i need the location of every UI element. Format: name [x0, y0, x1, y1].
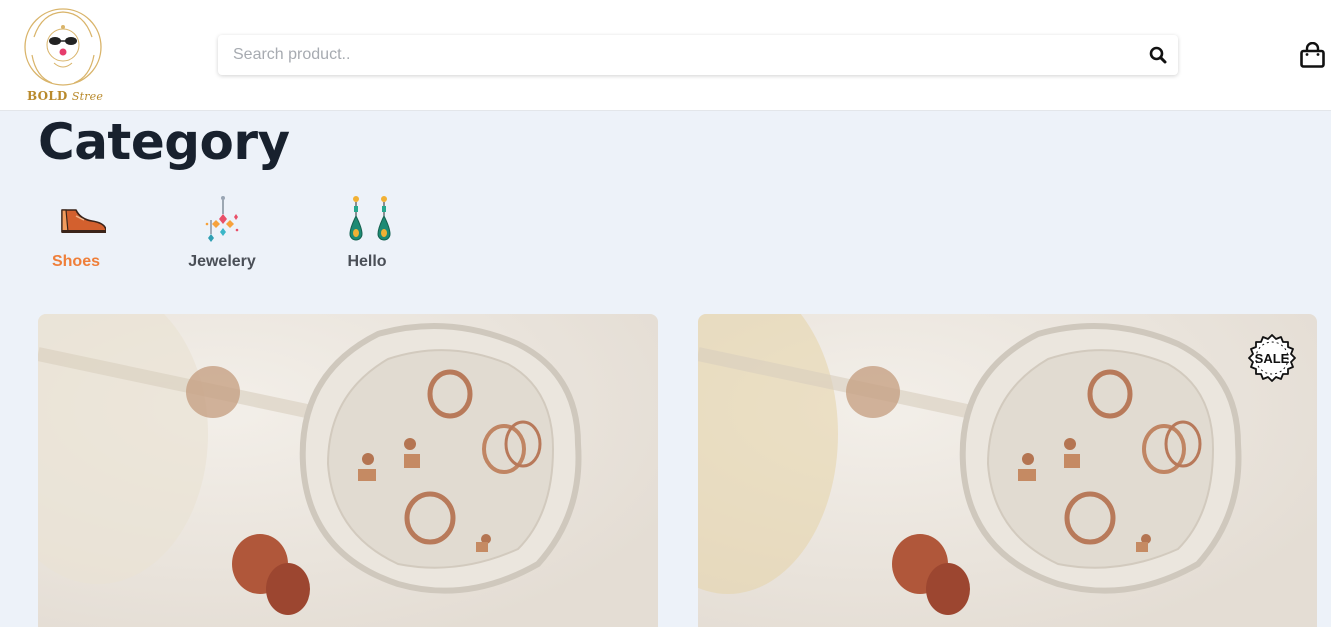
earrings-icon [349, 196, 391, 241]
category-label: Jewelery [188, 253, 256, 270]
product-card[interactable]: SALE [698, 314, 1317, 627]
brand-name-script: Stree [71, 90, 104, 103]
category-label: Hello [347, 253, 387, 270]
category-label: Shoes [51, 253, 100, 270]
brand-wordmark: BOLD Stree [27, 89, 103, 103]
shopping-bag-icon [1300, 41, 1325, 68]
sale-badge: SALE [1248, 334, 1296, 382]
search-input[interactable] [218, 35, 1118, 75]
category-item-jewelery[interactable]: Jewelery [184, 190, 260, 271]
brand-name-bold: BOLD [27, 89, 68, 103]
logo-emblem-icon [24, 8, 102, 86]
top-header: BOLD Stree [0, 0, 1331, 111]
jewelry-plate-photo [698, 314, 1317, 627]
shoe-icon [61, 209, 106, 233]
search-button[interactable] [1148, 45, 1168, 65]
category-item-shoes[interactable]: Shoes [38, 190, 114, 271]
search-bar [218, 35, 1178, 75]
jewelry-icon [205, 196, 239, 242]
search-icon [1149, 46, 1167, 64]
page-title: Category [38, 113, 290, 171]
cart-button[interactable] [1300, 41, 1325, 68]
category-item-hello[interactable]: Hello [329, 190, 405, 271]
product-card[interactable] [38, 314, 658, 627]
jewelry-plate-photo [38, 314, 658, 627]
sale-badge-label: SALE [1255, 351, 1290, 366]
brand-logo[interactable]: BOLD Stree [22, 7, 104, 105]
